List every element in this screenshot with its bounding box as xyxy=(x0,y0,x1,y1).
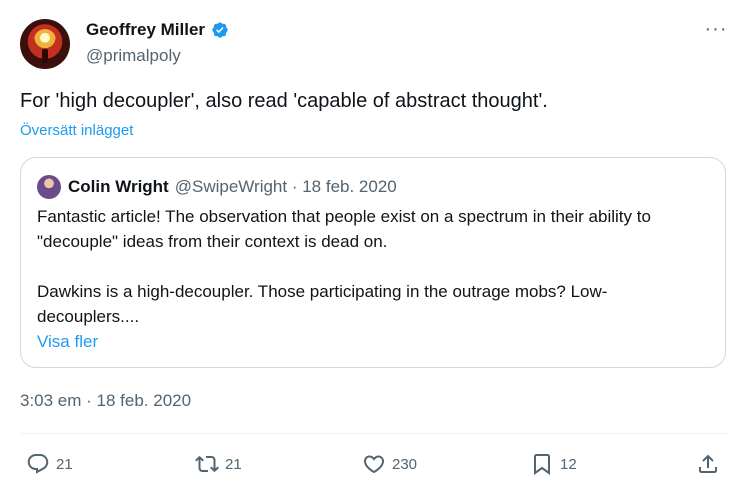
tweet-timestamp[interactable]: 3:03 em · 18 feb. 2020 xyxy=(20,391,191,411)
author-handle[interactable]: @primalpoly xyxy=(86,46,181,66)
more-options-icon[interactable]: ··· xyxy=(704,19,728,42)
quoted-author-avatar xyxy=(37,175,61,199)
quoted-tweet[interactable]: Colin Wright @SwipeWright · 18 feb. 2020… xyxy=(20,157,726,368)
avatar-figure xyxy=(42,49,48,63)
reply-icon xyxy=(27,454,49,474)
quoted-paragraph-2: Dawkins is a high-decoupler. Those parti… xyxy=(37,282,608,326)
quoted-tweet-body: Fantastic article! The observation that … xyxy=(37,204,707,354)
share-button[interactable] xyxy=(696,452,720,476)
heart-icon xyxy=(363,455,385,474)
repost-icon xyxy=(195,455,219,473)
translate-link[interactable]: Översätt inlägget xyxy=(20,122,133,139)
author-name-row[interactable]: Geoffrey Miller xyxy=(86,20,229,40)
divider xyxy=(20,433,728,434)
share-icon xyxy=(699,454,717,473)
reply-count: 21 xyxy=(56,455,73,473)
tweet-text: For 'high decoupler', also read 'capable… xyxy=(20,90,548,112)
quoted-author-meta: @SwipeWright · 18 feb. 2020 xyxy=(174,177,397,196)
avatar-glow xyxy=(34,29,56,51)
like-count: 230 xyxy=(392,455,418,473)
bookmark-count: 12 xyxy=(560,455,577,473)
author-avatar[interactable] xyxy=(20,19,70,69)
like-button[interactable]: 230 xyxy=(362,452,417,476)
quoted-paragraph-1: Fantastic article! The observation that … xyxy=(37,207,651,251)
bookmark-icon xyxy=(534,454,550,475)
verified-badge-icon xyxy=(212,22,228,38)
reply-button[interactable]: 21 xyxy=(26,452,73,476)
repost-count: 21 xyxy=(225,455,242,473)
quoted-author-name: Colin Wright xyxy=(68,177,169,196)
show-more-link[interactable]: Visa fler xyxy=(37,329,707,354)
repost-button[interactable]: 21 xyxy=(195,452,242,476)
bookmark-button[interactable]: 12 xyxy=(530,452,577,476)
quoted-tweet-header: Colin Wright @SwipeWright · 18 feb. 2020 xyxy=(37,175,397,199)
author-name[interactable]: Geoffrey Miller xyxy=(86,20,205,40)
